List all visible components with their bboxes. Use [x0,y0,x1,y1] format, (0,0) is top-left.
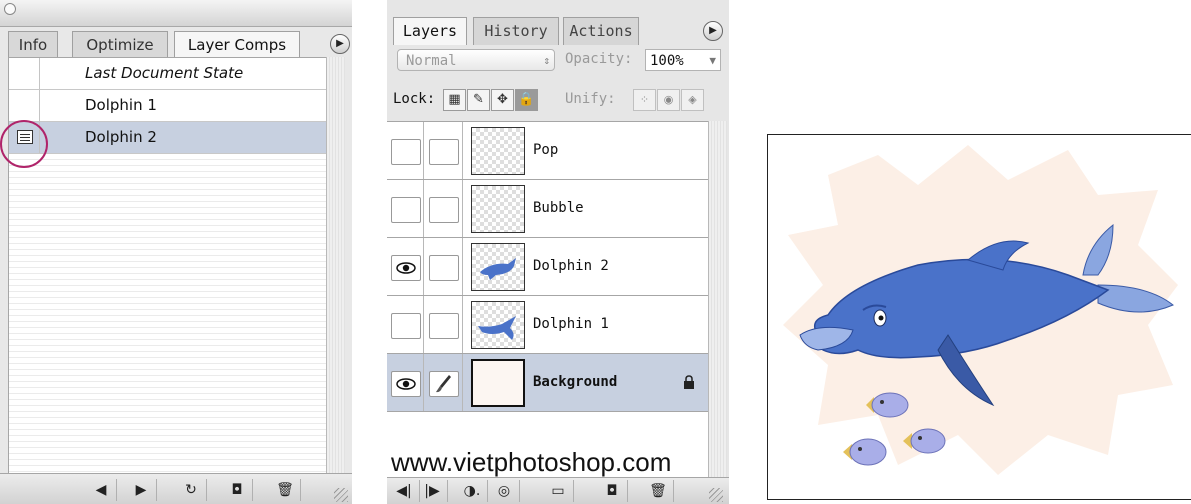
tab-optimize[interactable]: Optimize [72,31,168,58]
trash-icon[interactable]: 🗑 [643,480,674,502]
new-group-icon[interactable]: ▭ [543,480,574,502]
next-comp-button[interactable]: ▶ [126,479,157,501]
tab-actions[interactable]: Actions [563,17,639,45]
comp-label: Last Document State [85,64,244,82]
comps-list: Last Document State Dolphin 1 Dolphin 2 [8,57,328,477]
visibility-toggle[interactable] [391,139,421,165]
dolphin-artwork [783,145,1178,475]
layer-name[interactable]: Background [533,354,617,411]
opacity-value: 100% [650,53,684,69]
document-canvas [767,134,1191,500]
layer-style-icon[interactable]: |▶ [417,480,448,502]
resize-grip-icon[interactable] [334,488,348,502]
layer-comps-panel: Info Optimize Layer Comps ▶ Last Documen… [0,0,352,504]
mask-icon[interactable]: ◎ [489,480,520,502]
tab-layer-comps[interactable]: Layer Comps [174,31,300,59]
fish [843,438,887,466]
visibility-toggle[interactable] [391,255,421,281]
layer-name[interactable]: Dolphin 2 [533,238,609,295]
new-comp-button[interactable]: ◘ [222,479,253,501]
stepper-icon: ⇕ [543,54,550,67]
comp-label: Dolphin 2 [85,128,157,146]
layer-name[interactable]: Dolphin 1 [533,296,609,353]
unify-position-icon[interactable]: ⁘ [633,89,656,111]
layer-link-cell[interactable] [429,197,459,223]
opacity-label: Opacity: [565,51,633,67]
opacity-field[interactable]: 100% ▼ [645,49,721,71]
panel-menu-button[interactable]: ▶ [330,34,350,54]
dolphin-thumbnail-icon [478,316,516,340]
apply-comp-cell[interactable] [9,90,40,121]
lock-position-icon[interactable]: ✥ [491,89,514,111]
delete-comp-button[interactable]: 🗑 [270,479,301,501]
highlight-circle [0,120,48,168]
comp-row[interactable]: Last Document State [9,58,327,90]
lock-all-icon[interactable]: 🔒 [515,89,538,111]
dolphin-thumbnail-icon [480,258,516,280]
visibility-toggle[interactable] [391,371,421,397]
new-layer-icon[interactable]: ◘ [597,480,628,502]
collapse-icon[interactable] [4,3,16,15]
unify-label: Unify: [565,91,616,107]
unify-style-icon[interactable]: ◈ [681,89,704,111]
update-comp-button[interactable]: ↻ [176,479,207,501]
unify-visibility-icon[interactable]: ◉ [657,89,680,111]
layer-thumbnail [471,301,525,349]
comp-label: Dolphin 1 [85,96,157,114]
panel-menu-button[interactable]: ▶ [703,21,723,41]
blend-mode-value: Normal [406,53,457,69]
tab-history[interactable]: History [473,17,559,45]
layer-row[interactable]: Background [387,354,708,412]
apply-comp-cell[interactable] [9,58,40,89]
layer-link-cell[interactable] [429,139,459,165]
layer-link-cell[interactable] [429,255,459,281]
link-icon[interactable]: ◀| [389,480,420,502]
visibility-toggle[interactable] [391,313,421,339]
comps-scrollbar[interactable] [326,57,345,475]
layer-thumbnail [471,127,525,175]
layers-footer: ◀| |▶ ◑. ◎ ▭ ◘ 🗑 [387,477,729,504]
layer-row[interactable]: Bubble [387,180,708,238]
lock-label: Lock: [393,91,436,107]
layer-name[interactable]: Bubble [533,180,584,237]
adjustment-layer-icon[interactable]: ◑. [457,480,488,502]
layers-list: Pop Bubble Dolphin 2 Dolphin 1 Backgroun… [387,121,708,478]
previous-comp-button[interactable]: ◀ [86,479,117,501]
tab-layers[interactable]: Layers [393,17,467,45]
brush-icon [436,375,451,393]
visibility-toggle[interactable] [391,197,421,223]
blend-mode-select[interactable]: Normal ⇕ [397,49,555,71]
lock-icon [684,375,694,389]
eye-icon [396,262,416,274]
resize-grip-icon[interactable] [709,488,723,502]
layer-row[interactable]: Dolphin 1 [387,296,708,354]
panel-titlebar[interactable] [0,0,352,27]
layer-thumbnail [471,185,525,233]
lock-image-pixels-icon[interactable]: ✎ [467,89,490,111]
layers-panel: Layers History Actions ▶ Normal ⇕ Opacit… [387,0,729,504]
layer-link-cell[interactable] [429,313,459,339]
layer-thumbnail [471,243,525,291]
comp-row[interactable]: Dolphin 1 [9,90,327,122]
layer-row[interactable]: Dolphin 2 [387,238,708,296]
layer-link-cell[interactable] [429,371,459,397]
comps-footer: ◀ ▶ ↻ ◘ 🗑 [0,473,352,504]
chevron-down-icon[interactable]: ▼ [709,50,716,72]
watermark-text: www.vietphotoshop.com [391,447,672,477]
tab-info[interactable]: Info [8,31,58,58]
layer-name[interactable]: Pop [533,122,558,179]
lock-transparency-icon[interactable]: ▦ [443,89,466,111]
comp-row[interactable]: Dolphin 2 [9,122,327,154]
layers-scrollbar[interactable] [708,121,727,477]
eye-icon [396,378,416,390]
layer-thumbnail [471,359,525,407]
layer-row[interactable]: Pop [387,122,708,180]
